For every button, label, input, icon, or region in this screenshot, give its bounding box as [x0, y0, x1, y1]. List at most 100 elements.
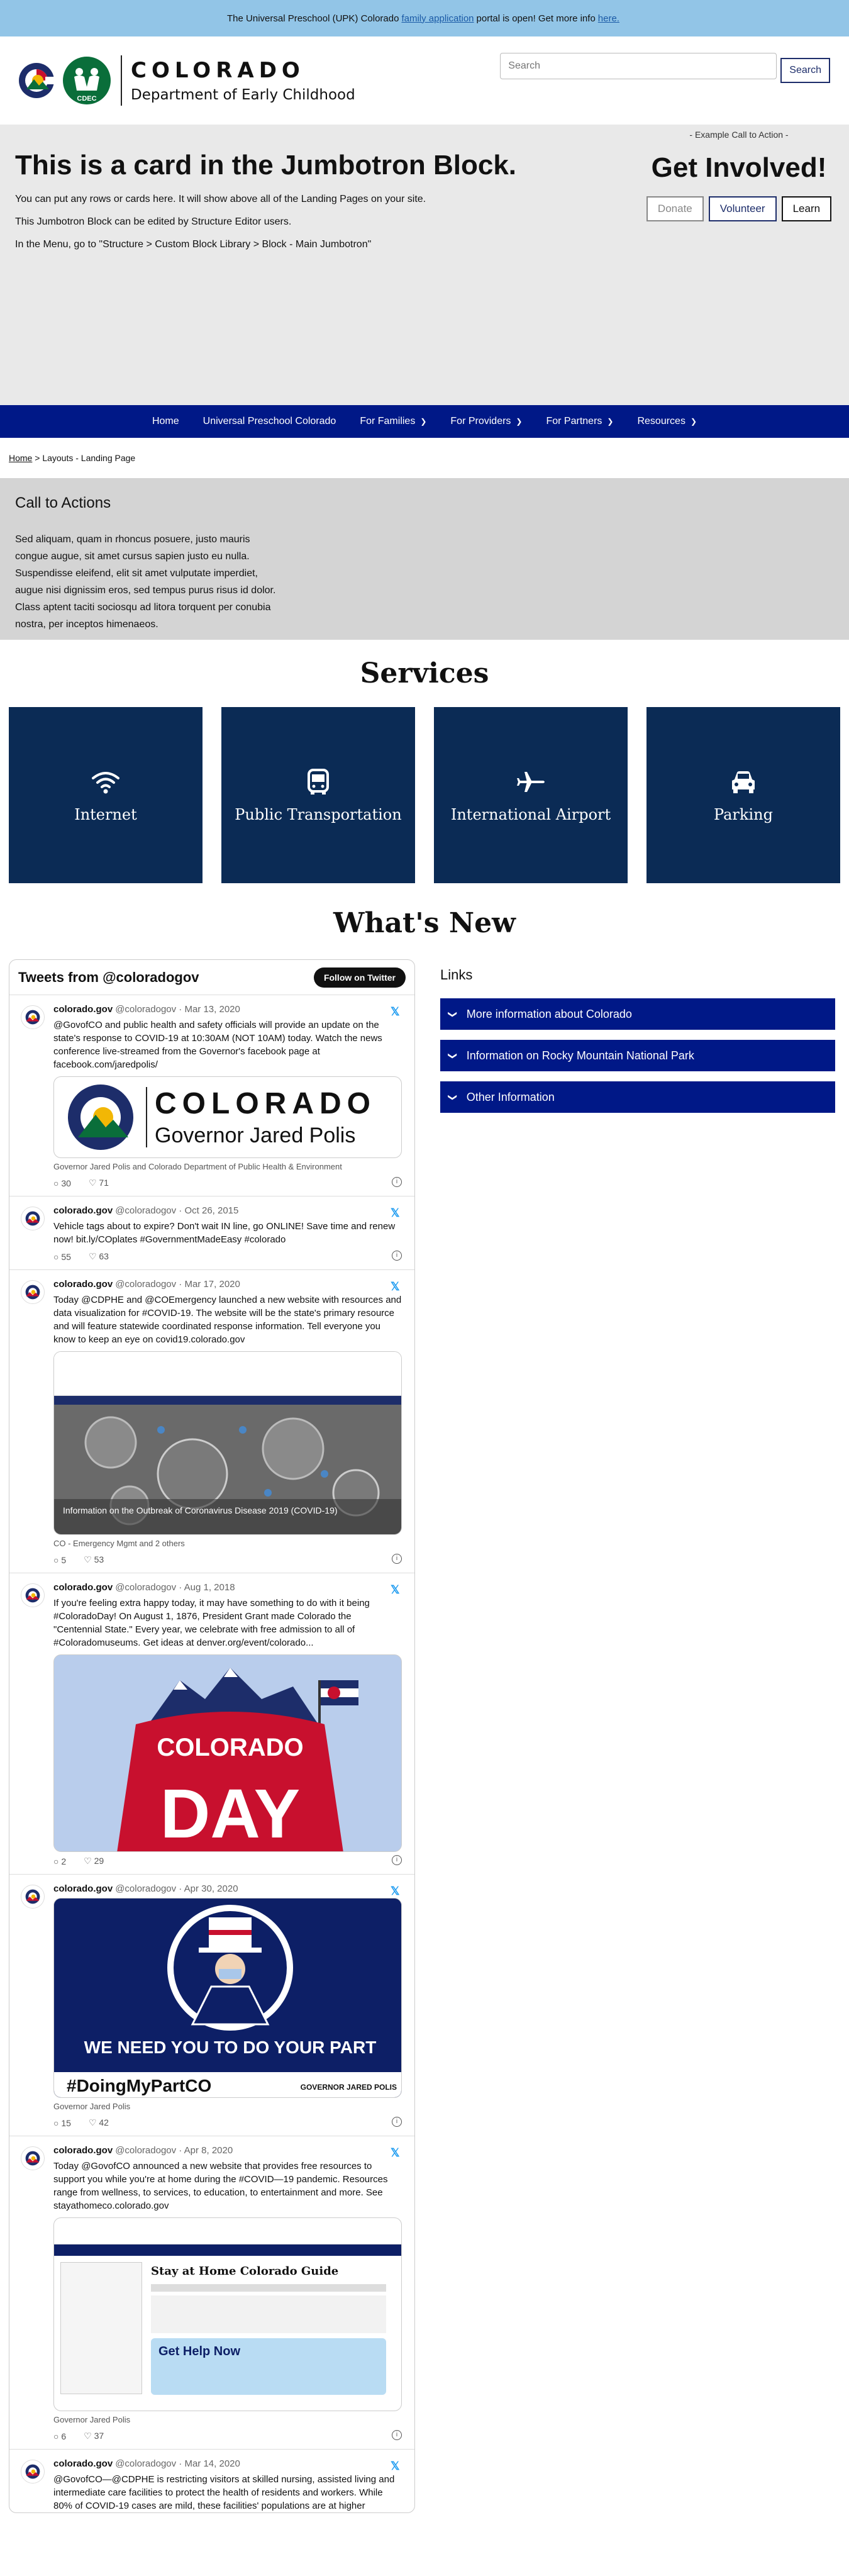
avatar[interactable]	[21, 1885, 45, 1909]
uncle-sam-image: WE NEED YOU TO DO YOUR PART #DoingMyPart…	[54, 1899, 401, 2097]
avatar[interactable]	[21, 2460, 45, 2484]
avatar[interactable]	[21, 1005, 45, 1029]
nav-label: For Providers	[450, 416, 511, 427]
search-input[interactable]	[500, 53, 777, 79]
like-action[interactable]: ♡ 29	[84, 1856, 104, 1866]
like-action[interactable]: ♡ 37	[84, 2431, 104, 2441]
accordion-label: Other Information	[466, 1090, 555, 1103]
service-international-airport[interactable]: International Airport	[434, 707, 628, 883]
svg-text:WE NEED YOU TO DO YOUR PART: WE NEED YOU TO DO YOUR PART	[84, 2038, 377, 2057]
nav-label: Home	[152, 416, 179, 427]
learn-button[interactable]: Learn	[781, 196, 832, 221]
reply-action[interactable]: ○ 55	[53, 1252, 71, 1262]
tweet-media[interactable]: COLORADO Governor Jared Polis	[53, 1076, 402, 1158]
avatar[interactable]	[21, 1583, 45, 1607]
x-logo-icon[interactable]: 𝕏	[391, 1280, 402, 1293]
x-logo-icon[interactable]: 𝕏	[391, 1207, 402, 1219]
avatar[interactable]	[21, 1207, 45, 1230]
service-internet[interactable]: Internet	[9, 707, 203, 883]
tweet[interactable]: 𝕏 colorado.gov @coloradogov · Oct 26, 201…	[9, 1196, 414, 1270]
tweet-meta: @coloradogov · Mar 13, 2020	[115, 1004, 240, 1015]
nav-label: For Partners	[546, 416, 602, 427]
tweet-author[interactable]: colorado.gov	[53, 1883, 113, 1894]
info-icon[interactable]: i	[392, 1251, 402, 1261]
volunteer-button[interactable]: Volunteer	[708, 196, 777, 221]
like-action[interactable]: ♡ 63	[89, 1251, 109, 1262]
reply-action[interactable]: ○ 5	[53, 1555, 66, 1565]
media-divider	[146, 1087, 147, 1147]
service-parking[interactable]: Parking	[646, 707, 840, 883]
tweet-media[interactable]: COLORADO DAY	[53, 1654, 402, 1852]
nav-item-families[interactable]: For Families ❯	[360, 416, 426, 427]
colorado-c-logo-icon	[25, 1285, 40, 1300]
colorado-c-logo-icon	[25, 1010, 40, 1025]
tweet-author[interactable]: colorado.gov	[53, 2458, 113, 2469]
accordion-rocky-mountain[interactable]: ❯ Information on Rocky Mountain National …	[440, 1040, 835, 1071]
tweet[interactable]: 𝕏 colorado.gov @coloradogov · Mar 13, 202…	[9, 995, 414, 1196]
tweet[interactable]: 𝕏 colorado.gov @coloradogov · Mar 14, 202…	[9, 2450, 414, 2512]
tweet-header: colorado.gov @coloradogov · Apr 30, 2020	[53, 1883, 402, 1894]
cta-section-title: Call to Actions	[15, 494, 111, 511]
tweet[interactable]: 𝕏 colorado.gov @coloradogov · Apr 8, 2020…	[9, 2136, 414, 2450]
tweet-media[interactable]: WE NEED YOU TO DO YOUR PART #DoingMyPart…	[53, 1898, 402, 2098]
reply-action[interactable]: ○ 15	[53, 2118, 71, 2128]
nav-item-resources[interactable]: Resources ❯	[637, 416, 697, 427]
colorado-c-logo-icon	[25, 2151, 40, 2166]
accordion-other-info[interactable]: ❯ Other Information	[440, 1081, 835, 1113]
media-caption: Governor Jared Polis	[53, 2102, 131, 2111]
x-logo-icon[interactable]: 𝕏	[391, 2460, 402, 2472]
info-icon[interactable]: i	[392, 1554, 402, 1564]
like-action[interactable]: ♡ 71	[89, 1178, 109, 1188]
get-help-title: Get Help Now	[158, 2345, 241, 2358]
colorado-c-logo-icon	[25, 1588, 40, 1603]
chevron-right-icon: ❯	[420, 417, 427, 426]
accordion-colorado-info[interactable]: ❯ More information about Colorado	[440, 998, 835, 1030]
nav-item-upk[interactable]: Universal Preschool Colorado	[203, 416, 336, 427]
reply-action[interactable]: ○ 30	[53, 1178, 71, 1188]
tweet-author[interactable]: colorado.gov	[53, 1279, 113, 1290]
logo-divider	[121, 55, 122, 106]
follow-button[interactable]: Follow on Twitter	[313, 967, 406, 988]
family-application-link[interactable]: family application	[401, 13, 474, 24]
info-icon[interactable]: i	[392, 2117, 402, 2127]
tweet-author[interactable]: colorado.gov	[53, 2145, 113, 2156]
jumbotron-text-3: In the Menu, go to "Structure > Custom B…	[15, 239, 372, 250]
tweet-media[interactable]: Stay at Home Colorado Guide Get Help Now	[53, 2217, 402, 2411]
avatar[interactable]	[21, 2146, 45, 2170]
tweet-author[interactable]: colorado.gov	[53, 1205, 113, 1216]
breadcrumb-home[interactable]: Home	[9, 453, 32, 463]
nav-item-home[interactable]: Home	[152, 416, 179, 427]
x-logo-icon[interactable]: 𝕏	[391, 1583, 402, 1596]
donate-button[interactable]: Donate	[646, 196, 704, 221]
avatar[interactable]	[21, 1280, 45, 1304]
accordion-label: More information about Colorado	[466, 1007, 632, 1020]
like-action[interactable]: ♡ 42	[89, 2117, 109, 2128]
like-action[interactable]: ♡ 53	[84, 1554, 104, 1565]
tweet-text: @GovofCO—@CDPHE is restricting visitors …	[53, 2474, 395, 2511]
nav-item-partners[interactable]: For Partners ❯	[546, 416, 613, 427]
tweet-header: colorado.gov @coloradogov · Oct 26, 2015	[53, 1205, 402, 1216]
tweet[interactable]: 𝕏 colorado.gov @coloradogov · Mar 17, 202…	[9, 1270, 414, 1573]
info-icon[interactable]: i	[392, 1177, 402, 1187]
reply-action[interactable]: ○ 6	[53, 2431, 66, 2441]
reply-action[interactable]: ○ 2	[53, 1856, 66, 1866]
x-logo-icon[interactable]: 𝕏	[391, 1885, 402, 1897]
here-link[interactable]: here.	[598, 13, 619, 24]
services-section: Services Internet Public Transportation …	[0, 640, 849, 883]
tweet-author[interactable]: colorado.gov	[53, 1582, 113, 1593]
tweet-media[interactable]: Information on the Outbreak of Coronavir…	[53, 1351, 402, 1535]
info-icon[interactable]: i	[392, 2430, 402, 2440]
announcement-text-2: portal is open! Get more info	[476, 13, 596, 24]
service-public-transportation[interactable]: Public Transportation	[221, 707, 415, 883]
x-logo-icon[interactable]: 𝕏	[391, 2146, 402, 2159]
nav-item-providers[interactable]: For Providers ❯	[450, 416, 522, 427]
get-help-box: Get Help Now	[151, 2338, 386, 2395]
search-button[interactable]: Search	[780, 58, 830, 83]
tweet-author[interactable]: colorado.gov	[53, 1004, 113, 1015]
tweet[interactable]: 𝕏 colorado.gov @coloradogov · Apr 30, 202…	[9, 1875, 414, 2136]
site-logo[interactable]: CDEC COLORADO Department of Early Childh…	[18, 55, 355, 106]
x-logo-icon[interactable]: 𝕏	[391, 1005, 402, 1018]
info-icon[interactable]: i	[392, 1855, 402, 1865]
media-title: Stay at Home Colorado Guide	[151, 2265, 339, 2278]
tweet[interactable]: 𝕏 colorado.gov @coloradogov · Aug 1, 2018…	[9, 1573, 414, 1875]
